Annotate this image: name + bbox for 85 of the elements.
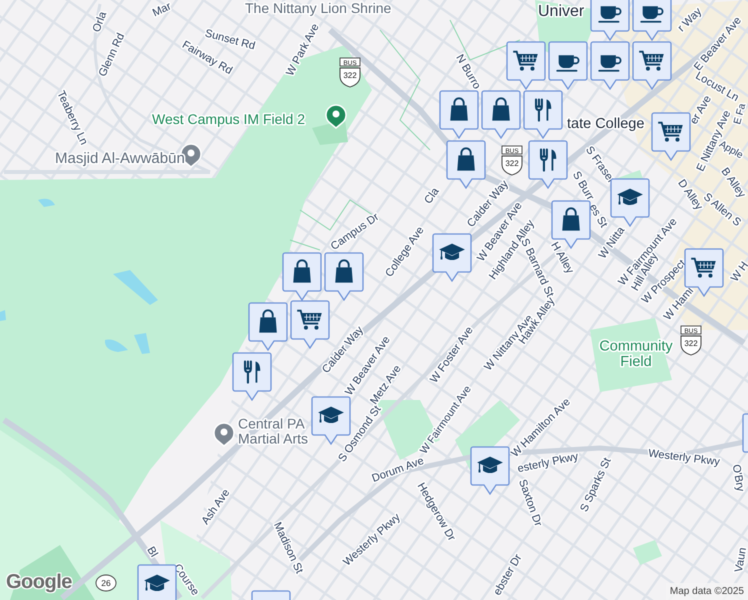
street-label: Orla xyxy=(90,10,110,34)
map-pin[interactable] xyxy=(551,200,591,249)
map-pin[interactable] xyxy=(548,41,588,90)
street-label: Westerly Pkwy xyxy=(648,448,720,468)
place-label: The Nittany Lion Shrine xyxy=(245,0,392,16)
place-pin-icon[interactable] xyxy=(325,104,347,129)
street-label: W H xyxy=(728,260,748,284)
route-number: 26 xyxy=(101,578,111,588)
map-pin[interactable] xyxy=(446,140,486,189)
street-label: W Park Ave xyxy=(284,22,322,78)
graduation-cap-icon xyxy=(439,244,465,260)
shopping-cart-icon xyxy=(297,310,322,330)
shopping-cart-icon xyxy=(691,258,716,278)
graduation-cap-icon xyxy=(477,456,503,474)
map-pin[interactable] xyxy=(248,302,288,351)
map-pin[interactable] xyxy=(282,252,322,301)
street-label: O'Bry xyxy=(730,464,746,492)
street-label: Bl xyxy=(144,544,160,560)
street-label: es St xyxy=(586,202,610,230)
street-label: Ash Ave xyxy=(199,487,232,527)
coffee-cup-icon xyxy=(598,55,622,72)
place-label: Central PA Martial Arts xyxy=(238,415,308,446)
street-label: Saxton Dr xyxy=(516,478,544,528)
route-number: 322 xyxy=(505,159,519,168)
graduation-cap-icon xyxy=(617,188,643,206)
shopping-bag-icon xyxy=(335,259,353,283)
graduation-cap-icon xyxy=(318,406,344,424)
shopping-cart-icon xyxy=(513,50,538,71)
pond xyxy=(0,310,6,321)
map-pin[interactable] xyxy=(528,140,568,189)
pond xyxy=(134,333,150,354)
shopping-bag-icon xyxy=(457,147,475,171)
map-pin[interactable] xyxy=(632,41,672,90)
shopping-bag-icon xyxy=(293,259,311,283)
map-logo: Google xyxy=(6,570,72,595)
map-pin[interactable] xyxy=(137,564,177,600)
route-plate xyxy=(340,58,360,66)
highway-shield xyxy=(96,574,116,592)
city-label: tate College xyxy=(567,116,644,132)
street-label: Mar xyxy=(150,0,174,20)
shopping-bag-icon xyxy=(450,97,468,121)
place-label: Masjid Al-Awwābūn xyxy=(55,150,185,167)
map-pin[interactable] xyxy=(523,90,563,139)
shopping-bag-icon xyxy=(259,309,277,333)
place-label: Community Field xyxy=(599,338,673,370)
coffee-cup-icon xyxy=(640,6,664,23)
graduation-cap-icon xyxy=(144,574,170,592)
fork-knife-icon xyxy=(540,148,556,172)
shopping-bag-icon xyxy=(562,207,580,231)
route-number: 322 xyxy=(684,339,698,348)
street-label: Vaun xyxy=(732,546,748,574)
street-label: Glenn Rd xyxy=(96,31,128,79)
route-plate xyxy=(502,146,522,154)
map-pin[interactable] xyxy=(232,352,272,401)
street-label: E Fa xyxy=(732,102,748,126)
map-pin[interactable] xyxy=(481,90,521,139)
street-label: r Way xyxy=(676,6,704,34)
shopping-cart-icon xyxy=(658,122,683,142)
route-number: 322 xyxy=(343,71,357,80)
map-pin[interactable] xyxy=(432,233,472,282)
sports-field xyxy=(312,120,348,145)
map-pin[interactable] xyxy=(590,0,630,41)
map-pin[interactable] xyxy=(632,0,672,41)
map-pin[interactable] xyxy=(324,252,364,301)
pond xyxy=(38,198,55,207)
place-label: West Campus IM Field 2 xyxy=(152,110,306,127)
city-label: Univer xyxy=(538,3,584,20)
shopping-bag-icon xyxy=(492,97,510,121)
pond xyxy=(113,270,158,305)
street-label: Cla xyxy=(422,186,442,206)
map-pin[interactable] xyxy=(506,41,546,90)
park-area xyxy=(633,540,662,565)
place-pin-icon[interactable] xyxy=(213,422,235,447)
map-pin[interactable] xyxy=(470,446,510,495)
map-pin[interactable] xyxy=(651,112,691,161)
route-plate xyxy=(680,326,702,334)
coffee-cup-icon xyxy=(556,55,580,72)
coffee-cup-icon xyxy=(598,6,622,23)
map-pin[interactable] xyxy=(439,90,479,139)
shopping-cart-icon xyxy=(639,50,664,71)
pond xyxy=(104,339,128,352)
fork-knife-icon xyxy=(534,98,552,122)
map-pin[interactable] xyxy=(590,41,630,90)
street-label: er Ave xyxy=(688,94,714,126)
fork-knife-icon xyxy=(244,360,260,384)
